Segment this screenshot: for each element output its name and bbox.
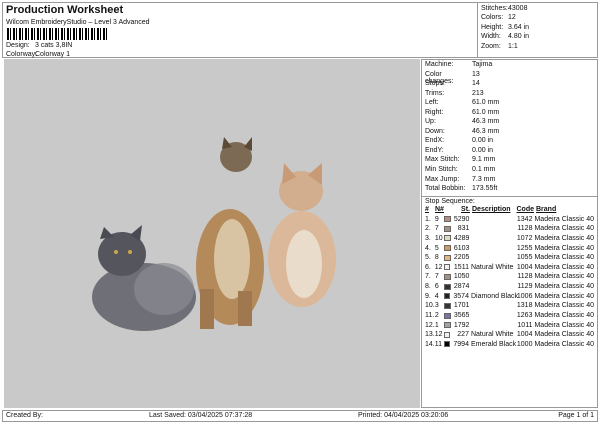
- created-by: Created By:: [6, 412, 43, 419]
- tabby-cat: [196, 137, 264, 329]
- machine-info: Machine: Tajima Color changes: 13 Stops: 14 Tr…: [422, 60, 597, 196]
- design-preview: [4, 59, 420, 408]
- color-swatch: [443, 322, 451, 329]
- stat-row: Colors: 12: [481, 14, 516, 22]
- stop-row: 2. 7 831 1128 Madeira Classic 40: [425, 225, 594, 233]
- color-swatch: [443, 245, 451, 252]
- barcode: [7, 28, 107, 40]
- info-row: Right: 61.0 mm: [425, 108, 500, 116]
- stop-row: 9. 4 3574 Diamond Black 1006 Madeira Classic …: [425, 292, 594, 300]
- info-row: Color changes: 13: [425, 70, 480, 85]
- stat-row: Height: 3.64 in: [481, 23, 530, 31]
- stat-row: Width: 4.80 in: [481, 33, 530, 41]
- stop-row: 11. 2 3565 1263 Madeira Classic 40: [425, 312, 594, 320]
- info-row: Stops: 14: [425, 80, 480, 88]
- info-row: Total Bobbin: 173.55ft: [425, 185, 498, 193]
- color-swatch: [443, 341, 451, 348]
- embroidery-cats-image: [92, 137, 336, 331]
- color-swatch: [443, 216, 451, 223]
- design-name: 3 cats 3,8IN: [35, 42, 73, 49]
- stop-row: 5. 8 2205 1055 Madeira Classic 40: [425, 254, 594, 262]
- stop-sequence-title: Stop Sequence:: [425, 197, 475, 205]
- info-row: Min Stitch: 0.1 mm: [425, 166, 496, 174]
- page-number: Page 1 of 1: [558, 412, 594, 419]
- worksheet-header: Production Worksheet Wilcom EmbroiderySt…: [2, 2, 598, 58]
- stop-row: 14. 11 7994 Emerald Black 1000 Madeira Classi…: [425, 340, 594, 348]
- stop-row: 12. 1 1792 1011 Madeira Classic 40: [425, 321, 594, 329]
- info-row: Machine: Tajima: [425, 61, 493, 68]
- stat-row: Stitches: 43008: [481, 5, 528, 12]
- color-swatch: [443, 264, 451, 271]
- worksheet-footer: Created By: Last Saved: 03/04/2025 07:37…: [2, 410, 598, 422]
- colorway-name: Colorway 1: [35, 51, 71, 58]
- color-swatch: [443, 293, 451, 300]
- design-stats: Stitches: 43008 Colors: 12 Height: 3.64 in Wid…: [477, 3, 599, 57]
- stop-row: 7. 7 1050 1128 Madeira Classic 40: [425, 273, 594, 281]
- design-info-panel: Machine: Tajima Color changes: 13 Stops: 14 Tr…: [421, 59, 598, 408]
- color-swatch: [443, 273, 451, 280]
- color-swatch: [443, 283, 451, 290]
- info-row: Left: 61.0 mm: [425, 99, 500, 107]
- colorway-line: Colorway:Colorway 1: [6, 51, 71, 58]
- stop-row: 10. 3 1701 1318 Madeira Classic 40: [425, 302, 594, 310]
- stop-row: 13. 12 227 Natural White 1004 Madeira Classic…: [425, 331, 594, 339]
- info-row: EndX: 0.00 in: [425, 137, 494, 145]
- stop-row: 1. 9 5290 1342 Madeira Classic 40: [425, 215, 594, 223]
- stat-row: Zoom: 1:1: [481, 42, 518, 50]
- stop-sequence: Stop Sequence: # N# St. Description Code…: [422, 195, 597, 351]
- info-row: Trims: 213: [425, 89, 484, 97]
- cream-cat: [268, 163, 336, 307]
- info-row: Down: 46.3 mm: [425, 127, 500, 135]
- page-title: Production Worksheet: [6, 4, 124, 16]
- color-swatch: [443, 312, 451, 319]
- stop-row: 4. 5 6103 1255 Madeira Classic 40: [425, 244, 594, 252]
- info-row: Max Jump: 7.3 mm: [425, 175, 496, 183]
- color-swatch: [443, 225, 451, 232]
- color-swatch: [443, 235, 451, 242]
- stop-row: 3. 10 4289 1072 Madeira Classic 40: [425, 234, 594, 242]
- info-row: Max Stitch: 9.1 mm: [425, 156, 496, 164]
- last-saved: Last Saved: 03/04/2025 07:37:28: [149, 412, 253, 419]
- color-swatch: [443, 331, 451, 338]
- printed-date: Printed: 04/04/2025 03:20:06: [358, 412, 449, 419]
- stop-sequence-header: # N# St. Description Code Brand: [425, 205, 557, 213]
- gray-cat: [92, 225, 196, 331]
- design-line: Design: 3 cats 3,8IN: [6, 42, 73, 49]
- color-swatch: [443, 302, 451, 309]
- stop-row: 8. 6 2874 1129 Madeira Classic 40: [425, 283, 594, 291]
- stop-row: 6. 12 1511 Natural White 1004 Madeira Classic…: [425, 263, 594, 271]
- info-row: EndY: 0.00 in: [425, 146, 494, 154]
- software-name: Wilcom EmbroideryStudio – Level 3 Advanc…: [6, 19, 150, 26]
- color-swatch: [443, 254, 451, 261]
- info-row: Up: 46.3 mm: [425, 118, 500, 126]
